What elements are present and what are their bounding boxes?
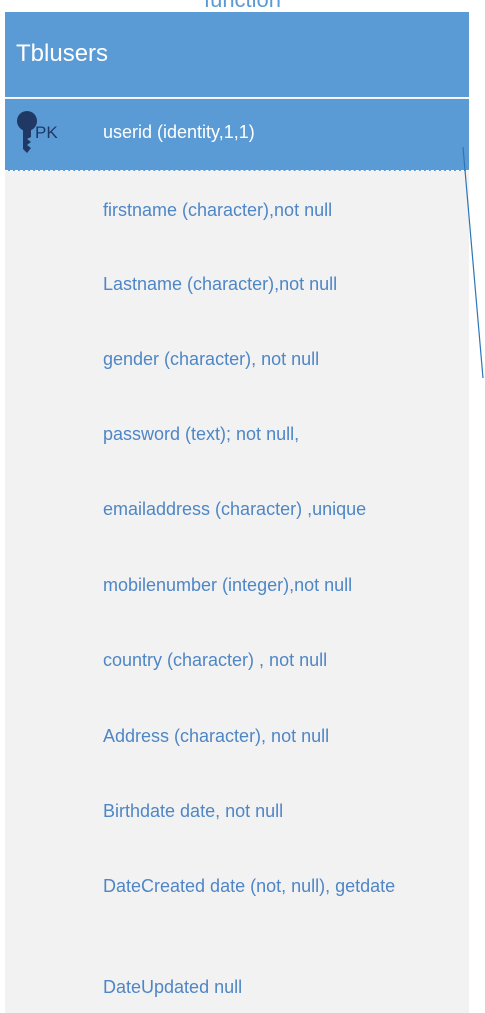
field-mobilenumber: mobilenumber (integer),not null bbox=[103, 575, 353, 595]
pk-label: PK bbox=[35, 123, 58, 142]
field-birthdate: Birthdate date, not null bbox=[103, 801, 284, 821]
field-lastname: Lastname (character),not null bbox=[103, 274, 338, 294]
function-label: function bbox=[0, 0, 485, 12]
entity-header: Tblusers bbox=[5, 12, 469, 98]
field-address: Address (character), not null bbox=[103, 726, 330, 746]
diagram-canvas: function Tblusers PK userid (identity,1,… bbox=[0, 0, 485, 1013]
tblusers-entity: Tblusers PK userid (identity,1,1) firstn… bbox=[5, 12, 469, 1013]
field-dateupdated: DateUpdated null bbox=[103, 977, 243, 997]
entity-title: Tblusers bbox=[16, 40, 109, 67]
primary-key-row: PK userid (identity,1,1) bbox=[5, 99, 469, 171]
field-country: country (character) , not null bbox=[103, 650, 328, 670]
field-firstname: firstname (character),not null bbox=[103, 200, 333, 220]
field-emailaddress: emailaddress (character) ,unique bbox=[103, 499, 367, 519]
key-icon bbox=[17, 111, 37, 153]
field-datecreated: DateCreated date (not, null), getdate bbox=[103, 876, 396, 896]
field-gender: gender (character), not null bbox=[103, 349, 320, 369]
field-password: password (text); not null, bbox=[103, 424, 300, 444]
pk-field-userid: userid (identity,1,1) bbox=[103, 122, 255, 142]
